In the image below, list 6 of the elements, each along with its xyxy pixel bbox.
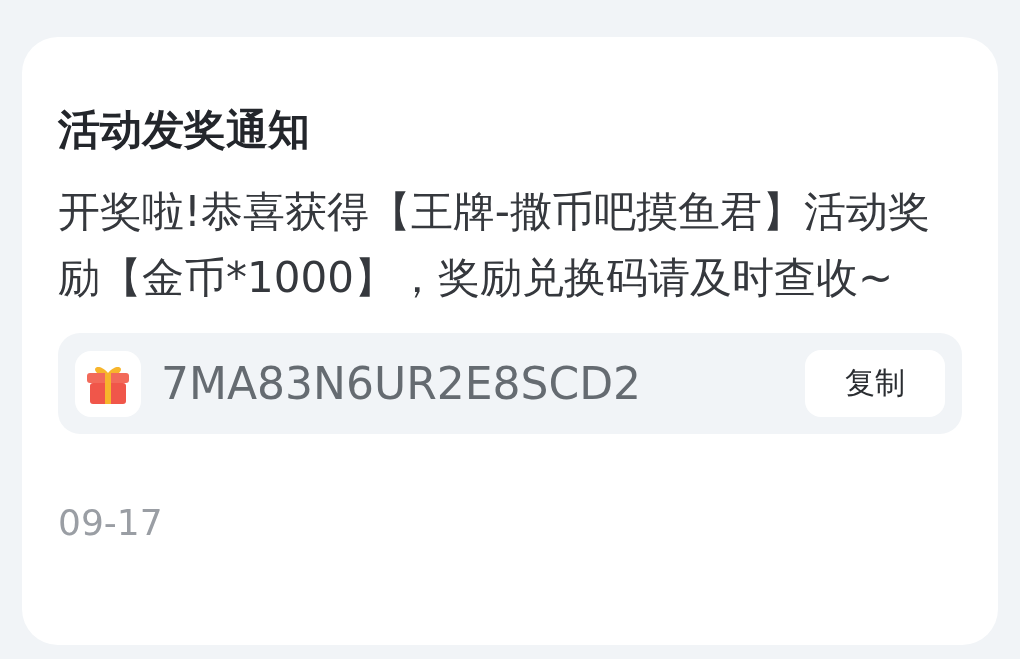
redeem-code: 7MA83N6UR2E8SCD2 <box>161 358 643 409</box>
copy-button[interactable]: 复制 <box>805 350 945 417</box>
notification-date: 09-17 <box>58 502 164 543</box>
notification-title: 活动发奖通知 <box>58 105 311 155</box>
notification-message: 开奖啦!恭喜获得【王牌-撒币吧摸鱼君】活动奖励【金币*1000】，奖励兑换码请及时查收~ <box>58 186 931 304</box>
gift-icon <box>75 350 141 417</box>
